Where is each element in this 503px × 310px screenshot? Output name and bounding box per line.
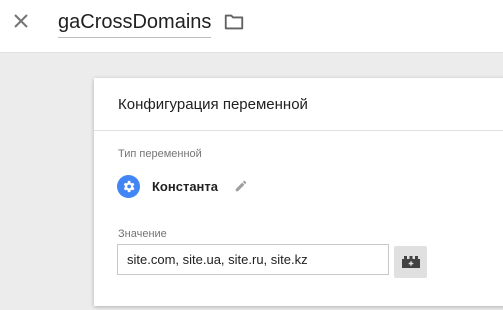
close-icon[interactable] <box>10 10 32 32</box>
variable-type-name: Константа <box>152 178 219 194</box>
value-label: Значение <box>118 228 167 240</box>
gear-icon <box>117 174 140 198</box>
value-input[interactable] <box>117 244 389 275</box>
variable-title[interactable]: gaCrossDomains <box>58 9 212 38</box>
variable-config-card: Конфигурация переменной Тип переменной К… <box>94 78 503 306</box>
pencil-icon[interactable] <box>234 179 248 193</box>
top-bar: gaCrossDomains <box>0 0 503 53</box>
card-title: Конфигурация переменной <box>94 78 503 131</box>
variable-type-label: Тип переменной <box>118 148 202 160</box>
variable-type-row[interactable]: Константа <box>117 174 248 198</box>
folder-icon[interactable] <box>223 11 245 33</box>
variable-picker-icon[interactable] <box>394 246 427 278</box>
